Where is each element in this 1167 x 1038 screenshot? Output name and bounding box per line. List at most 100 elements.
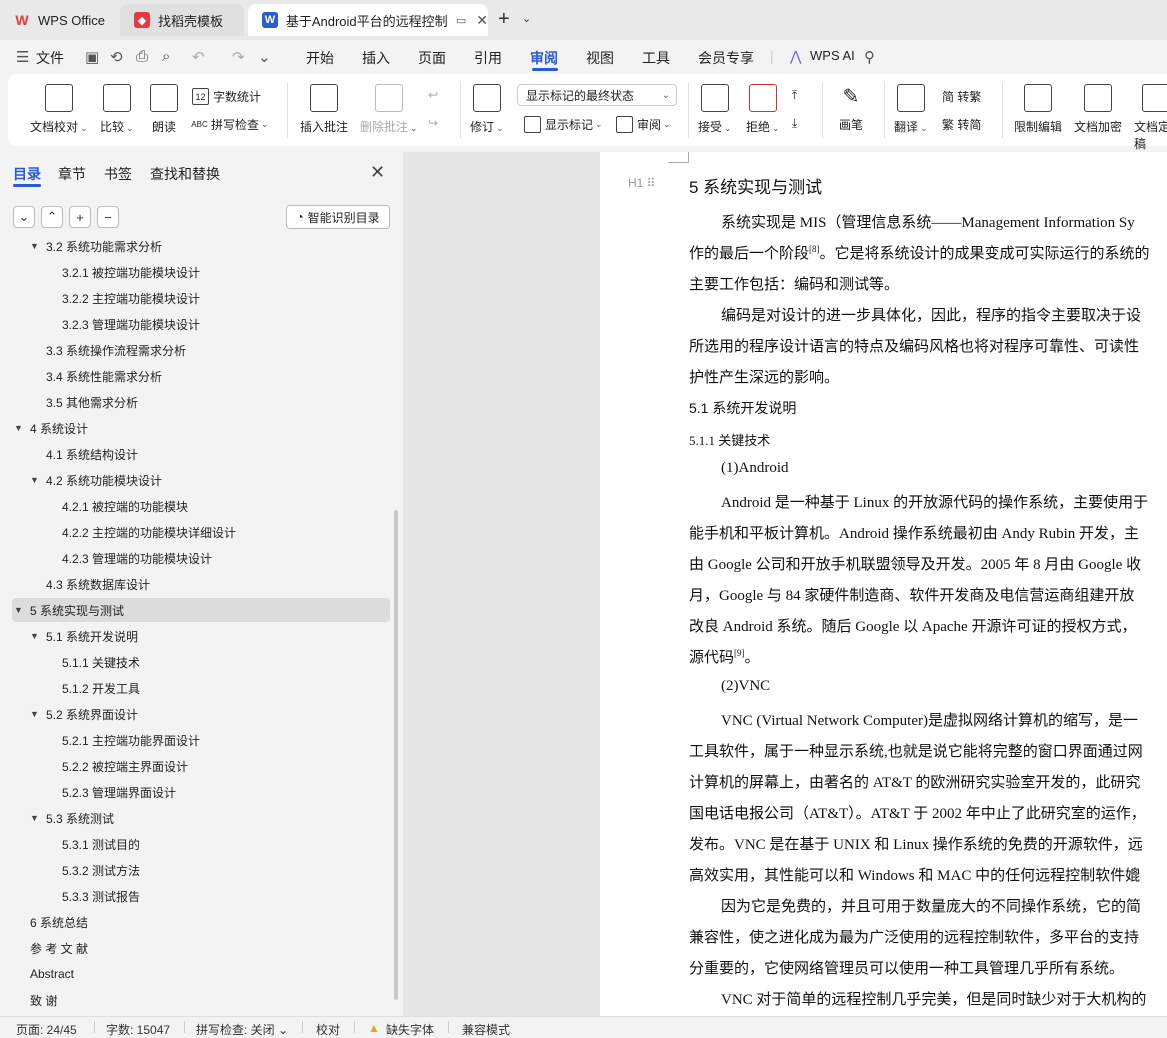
- delete-comment-button[interactable]: 删除批注 ⌄: [360, 84, 418, 135]
- paragraph-line[interactable]: VNC 对于简单的远程控制几乎完美，但是同时缺少对于大机构的: [721, 988, 1146, 1009]
- paragraph-line[interactable]: 发布。VNC 是在基于 UNIX 和 Linux 操作系统的免费的开源软件，远: [689, 833, 1143, 854]
- toc-item[interactable]: 4.2.2 主控端的功能模块详细设计: [12, 520, 390, 544]
- toc-item[interactable]: 4.1 系统结构设计: [12, 442, 390, 466]
- expand-triangle-icon[interactable]: ▼: [30, 709, 42, 719]
- toc-item[interactable]: 5.2.1 主控端功能界面设计: [12, 728, 390, 752]
- toc-item[interactable]: 4.3 系统数据库设计: [12, 572, 390, 596]
- panel-tab-chapters[interactable]: 章节: [58, 164, 86, 184]
- doc-proofread-button[interactable]: 文档校对 ⌄: [30, 84, 88, 135]
- save-icon[interactable]: ▣: [85, 48, 99, 66]
- toc-item[interactable]: Abstract: [12, 962, 390, 986]
- compare-button[interactable]: 比较 ⌄: [100, 84, 134, 135]
- toc-item[interactable]: 3.4 系统性能需求分析: [12, 364, 390, 388]
- paragraph-line[interactable]: 所选用的程序设计语言的特点及编码风格也将对程序可靠性、可读性: [689, 335, 1139, 356]
- citation-marker[interactable]: [9]: [734, 648, 745, 658]
- toc-item[interactable]: 5.3.2 测试方法: [12, 858, 390, 882]
- paragraph-line[interactable]: (1)Android: [721, 460, 789, 477]
- paragraph-line[interactable]: 护性产生深远的影响。: [689, 366, 839, 387]
- paragraph-line[interactable]: VNC (Virtual Network Computer)是虚拟网络计算机的缩…: [721, 709, 1138, 730]
- toc-item[interactable]: 5.2.2 被控端主界面设计: [12, 754, 390, 778]
- to-traditional-button[interactable]: 简 转繁: [942, 88, 981, 105]
- paragraph-line[interactable]: 作的最后一个阶段[8]。它是将系统设计的成果变成可实际运行的系统的: [689, 242, 1150, 263]
- paragraph-line[interactable]: 主要工作包括：编码和测试等。: [689, 273, 899, 294]
- hamburger-icon[interactable]: ☰: [16, 48, 29, 66]
- toc-item[interactable]: ▼ 5 系统实现与测试: [12, 598, 390, 622]
- paragraph-line[interactable]: 工具软件，属于一种显示系统,也就是说它能将完整的窗口界面通过网: [689, 740, 1143, 761]
- toc-item[interactable]: 5.2.3 管理端界面设计: [12, 780, 390, 804]
- review-pane-button[interactable]: 审阅 ⌄: [616, 116, 671, 133]
- smart-toc-button[interactable]: ◔ 智能识别目录: [286, 205, 390, 229]
- paragraph-line[interactable]: 月，Google 与 84 家硬件制造商、软件开发商及电信营运商组建开放: [689, 584, 1134, 605]
- menu-file[interactable]: 文件: [36, 48, 64, 68]
- toc-item[interactable]: 4.2.1 被控端的功能模块: [12, 494, 390, 518]
- toc-item[interactable]: 5.3.1 测试目的: [12, 832, 390, 856]
- heading-1[interactable]: 5 系统实现与测试: [689, 173, 822, 198]
- word-count-status[interactable]: 字数: 15047: [106, 1021, 170, 1038]
- panel-tab-bookmarks[interactable]: 书签: [104, 164, 132, 184]
- paragraph-line[interactable]: 能手机和平板计算机。Android 操作系统最初由 Andy Rubin 开发，…: [689, 522, 1139, 543]
- more-chevron-icon[interactable]: ⌄: [258, 48, 271, 66]
- toc-item[interactable]: 6 系统总结: [12, 910, 390, 934]
- share-icon[interactable]: ⟲: [110, 48, 123, 66]
- expand-triangle-icon[interactable]: ▼: [30, 631, 42, 641]
- redo-icon[interactable]: ↷: [232, 48, 245, 66]
- paragraph-line[interactable]: 兼容性，使之进化成为最为广泛使用的远程控制软件，多平台的支持: [689, 926, 1139, 947]
- toc-item[interactable]: ▼ 4 系统设计: [12, 416, 390, 440]
- add-heading-button[interactable]: +: [69, 206, 91, 228]
- page-indicator[interactable]: 页面: 24/45: [16, 1021, 77, 1038]
- toc-item[interactable]: 3.5 其他需求分析: [12, 390, 390, 414]
- citation-marker[interactable]: [8]: [809, 244, 820, 254]
- menu-page[interactable]: 页面: [418, 48, 446, 68]
- menu-tools[interactable]: 工具: [642, 48, 670, 68]
- tab-wps-office[interactable]: W WPS Office: [0, 4, 118, 36]
- word-count-button[interactable]: 12 字数统计: [192, 88, 261, 105]
- expand-triangle-icon[interactable]: ▼: [14, 423, 26, 433]
- read-aloud-button[interactable]: 朗读: [150, 84, 178, 135]
- chevron-down-icon[interactable]: ⌄: [522, 12, 531, 25]
- accept-button[interactable]: 接受 ⌄: [698, 84, 732, 135]
- paragraph-line[interactable]: 改良 Android 系统。随后 Google 以 Apache 开源许可证的授…: [689, 615, 1136, 636]
- menu-home[interactable]: 开始: [306, 48, 334, 68]
- toc-item[interactable]: 4.2.3 管理端的功能模块设计: [12, 546, 390, 570]
- collapse-all-button[interactable]: ⌄: [13, 206, 35, 228]
- translate-button[interactable]: 翻译 ⌄: [894, 84, 928, 135]
- toc-item[interactable]: 5.1.2 开发工具: [12, 676, 390, 700]
- toc-item[interactable]: 3.3 系统操作流程需求分析: [12, 338, 390, 362]
- previous-change-icon[interactable]: ⤒: [792, 88, 797, 103]
- proofread-status[interactable]: 校对: [316, 1021, 340, 1038]
- paragraph-line[interactable]: 高效实用，其性能可以和 Windows 和 MAC 中的任何远程控制软件媲: [689, 864, 1140, 885]
- expand-triangle-icon[interactable]: ▼: [14, 605, 26, 615]
- panel-tab-toc[interactable]: 目录: [13, 164, 41, 184]
- tab-docer-templates[interactable]: ◆ 找稻壳模板: [120, 4, 244, 36]
- pen-button[interactable]: ✎ 画笔: [838, 84, 864, 133]
- toc-item[interactable]: ▼ 5.1 系统开发说明: [12, 624, 390, 648]
- insert-comment-button[interactable]: 插入批注: [300, 84, 348, 135]
- remove-heading-button[interactable]: −: [97, 206, 119, 228]
- revise-button[interactable]: 修订 ⌄: [470, 84, 504, 135]
- toc-item[interactable]: 3.2.1 被控端功能模块设计: [12, 260, 390, 284]
- previous-comment-icon[interactable]: ↩: [428, 88, 438, 102]
- toc-item[interactable]: 3.2.3 管理端功能模块设计: [12, 312, 390, 336]
- close-icon[interactable]: ✕: [476, 12, 488, 29]
- spell-check-button[interactable]: ABC 拼写检查 ⌄: [191, 116, 268, 133]
- next-change-icon[interactable]: ⤓: [792, 116, 797, 131]
- paragraph-line[interactable]: 计算机的屏幕上，由著名的 AT&T 的欧洲研究实验室开发的，此研究: [689, 771, 1140, 792]
- spell-check-status[interactable]: 拼写检查: 关闭 ⌄: [196, 1021, 288, 1038]
- paragraph-line[interactable]: 源代码[9]。: [689, 646, 760, 667]
- heading-2[interactable]: 5.1 系统开发说明: [689, 398, 796, 418]
- menu-wps-ai[interactable]: WPS AI: [810, 48, 855, 63]
- print-preview-icon[interactable]: ⌕: [162, 48, 170, 65]
- paragraph-line[interactable]: 由 Google 公司和开放手机联盟领导及开发。2005 年 8 月由 Goog…: [689, 553, 1141, 574]
- paragraph-line[interactable]: Android 是一种基于 Linux 的开放源代码的操作系统，主要使用于: [721, 491, 1148, 512]
- markup-state-select[interactable]: 显示标记的最终状态 ⌄: [517, 84, 677, 106]
- show-markup-button[interactable]: 显示标记 ⌄: [524, 116, 603, 133]
- paragraph-line[interactable]: (2)VNC: [721, 678, 770, 695]
- heading-drag-handle-icon[interactable]: H1 ⠿: [628, 176, 655, 190]
- print-icon[interactable]: ⎙: [136, 48, 148, 65]
- encrypt-button[interactable]: 文档加密: [1074, 84, 1122, 135]
- expand-triangle-icon[interactable]: ▼: [30, 475, 42, 485]
- toc-item[interactable]: 致 谢: [12, 988, 390, 1012]
- menu-references[interactable]: 引用: [474, 48, 502, 68]
- to-simplified-button[interactable]: 繁 转简: [942, 116, 981, 133]
- paragraph-line[interactable]: 分重要的，它使网络管理员可以使用一种工具管理几乎所有系统。: [689, 957, 1124, 978]
